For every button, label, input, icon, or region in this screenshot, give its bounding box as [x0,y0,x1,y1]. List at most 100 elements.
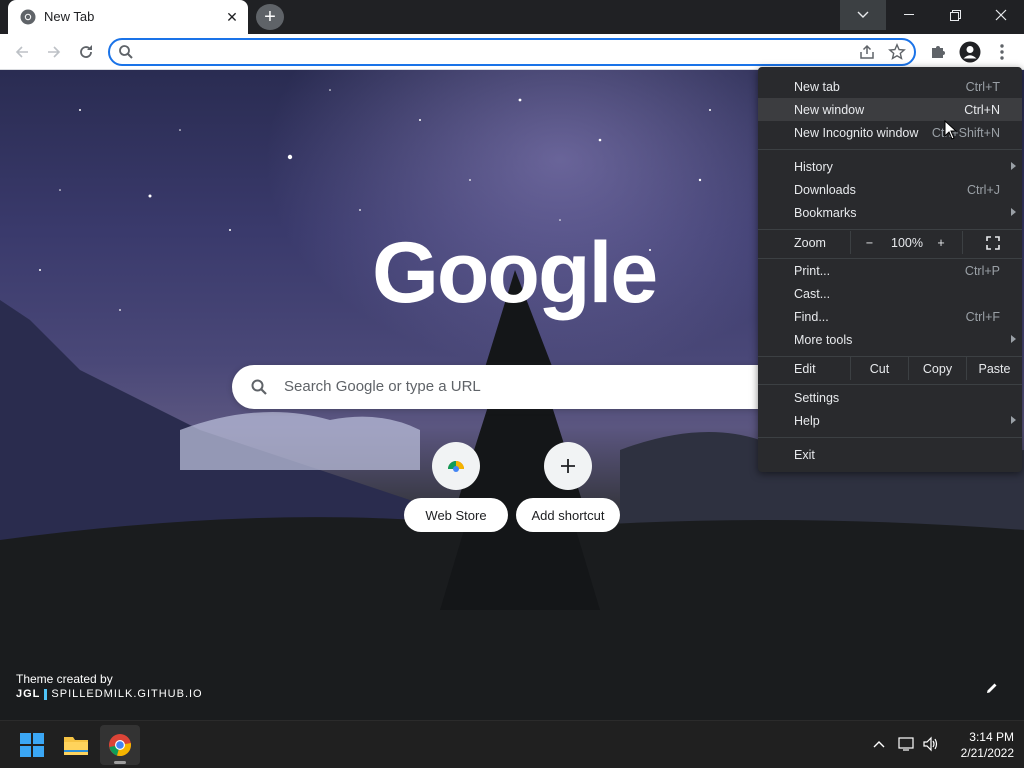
forward-button[interactable] [40,38,68,66]
chrome-icon [109,734,131,757]
menu-item-find[interactable]: Find... Ctrl+F [758,305,1022,328]
google-logo: Google [372,225,658,321]
address-input[interactable] [140,42,840,62]
new-tab-button[interactable]: + [256,4,284,30]
menu-divider [758,149,1022,150]
chrome-taskbar-button[interactable] [100,725,140,765]
theme-label: Theme created by [16,672,113,686]
menu-divider [758,437,1022,438]
menu-label: Settings [794,391,840,405]
menu-item-print[interactable]: Print... Ctrl+P [758,259,1022,282]
restore-icon [949,9,961,21]
menu-shortcut: Ctrl+N [964,103,1000,117]
tab-new-tab[interactable]: New Tab ✕ [8,0,248,34]
theme-author-site: SPILLEDMILK.GITHUB.IO [51,688,203,700]
menu-label: Print... [794,264,831,278]
back-button[interactable] [8,38,36,66]
menu-item-help[interactable]: Help [758,409,1022,432]
file-explorer-button[interactable] [56,725,96,765]
fullscreen-icon [985,235,1000,250]
menu-item-bookmarks[interactable]: Bookmarks [758,201,1022,224]
fullscreen-button[interactable] [962,231,1022,254]
menu-shortcut: Ctrl+F [965,310,1000,324]
extensions-button[interactable] [926,40,950,64]
zoom-out-button[interactable]: − [850,231,888,254]
submenu-arrow-icon [1011,416,1016,424]
paste-button[interactable]: Paste [966,357,1022,380]
taskbar-clock[interactable]: 3:14 PM 2/21/2022 [948,729,1014,761]
chrome-menu-button[interactable] [990,40,1014,64]
copy-button[interactable]: Copy [908,357,966,380]
share-icon[interactable] [858,43,876,61]
avatar-icon [959,41,981,63]
submenu-arrow-icon [1011,208,1016,216]
menu-item-cast[interactable]: Cast... [758,282,1022,305]
mouse-cursor-icon [944,120,958,140]
search-placeholder: Search Google or type a URL [284,378,481,395]
minimize-button[interactable] [886,0,932,30]
zoom-value: 100% [891,235,923,250]
start-button[interactable] [12,725,52,765]
submenu-arrow-icon [1011,162,1016,170]
arrow-left-icon [15,46,28,58]
menu-item-history[interactable]: History [758,155,1022,178]
volume-button[interactable] [922,735,940,753]
restore-button[interactable] [932,0,978,30]
address-bar[interactable] [108,38,916,66]
menu-label: Exit [794,448,815,462]
menu-item-new-tab[interactable]: New tab Ctrl+T [758,75,1022,98]
plus-icon: + [264,6,276,28]
windows-logo-icon [20,733,44,757]
customize-button[interactable] [980,676,1004,700]
ntp-search-box[interactable]: Search Google or type a URL [232,365,792,409]
theme-credit: Theme created by JGL SPILLEDMILK.GITHUB.I… [16,672,203,700]
pencil-icon [987,683,997,693]
clock-date: 2/21/2022 [960,746,1014,760]
menu-label: New tab [794,80,840,94]
web-store-icon [432,442,480,490]
folder-icon [64,737,88,755]
clock-time: 3:14 PM [969,730,1014,744]
menu-label: History [794,160,833,174]
menu-item-new-incognito[interactable]: New Incognito window Ctrl+Shift+N [758,121,1022,144]
show-hidden-icons-button[interactable] [870,735,888,753]
menu-item-more-tools[interactable]: More tools [758,328,1022,351]
menu-label: Downloads [794,183,856,197]
cut-button[interactable]: Cut [850,357,908,380]
menu-label: Find... [794,310,829,324]
menu-divider [758,384,1022,385]
close-icon [995,9,1007,21]
close-window-button[interactable] [978,0,1024,30]
reload-button[interactable] [72,38,100,66]
theme-author-short: JGL [16,688,41,700]
network-button[interactable] [898,735,916,753]
menu-item-settings[interactable]: Settings [758,386,1022,409]
chrome-icon [20,9,36,25]
arrow-right-icon [48,46,61,58]
shortcut-add[interactable]: Add shortcut [516,442,620,534]
close-icon[interactable]: ✕ [222,7,242,27]
theme-author[interactable]: JGL SPILLEDMILK.GITHUB.IO [16,688,203,700]
bookmark-star-icon[interactable] [888,43,906,61]
title-bar: New Tab ✕ + [0,0,1024,34]
reload-icon [80,45,92,58]
zoom-in-button[interactable]: + [926,231,956,254]
menu-label: Cast... [794,287,831,301]
taskbar: 3:14 PM 2/21/2022 [0,720,1024,768]
kebab-menu-icon [1000,44,1004,60]
chevron-up-icon [873,741,885,748]
menu-edit-row: Edit Cut Copy Paste [758,357,1022,380]
menu-item-downloads[interactable]: Downloads Ctrl+J [758,178,1022,201]
shortcut-web-store[interactable]: Web Store [404,442,508,534]
zoom-label: Zoom [794,236,826,250]
tab-title: New Tab [44,9,95,24]
profile-button[interactable] [958,40,982,64]
menu-item-exit[interactable]: Exit [758,443,1022,466]
menu-label: More tools [794,333,853,347]
tab-search-button[interactable] [840,0,886,30]
theme-divider [44,688,48,700]
shortcut-label: Web Store [404,498,508,532]
submenu-arrow-icon [1011,335,1016,343]
menu-shortcut: Ctrl+J [967,183,1000,197]
menu-item-new-window[interactable]: New window Ctrl+N [758,98,1022,121]
